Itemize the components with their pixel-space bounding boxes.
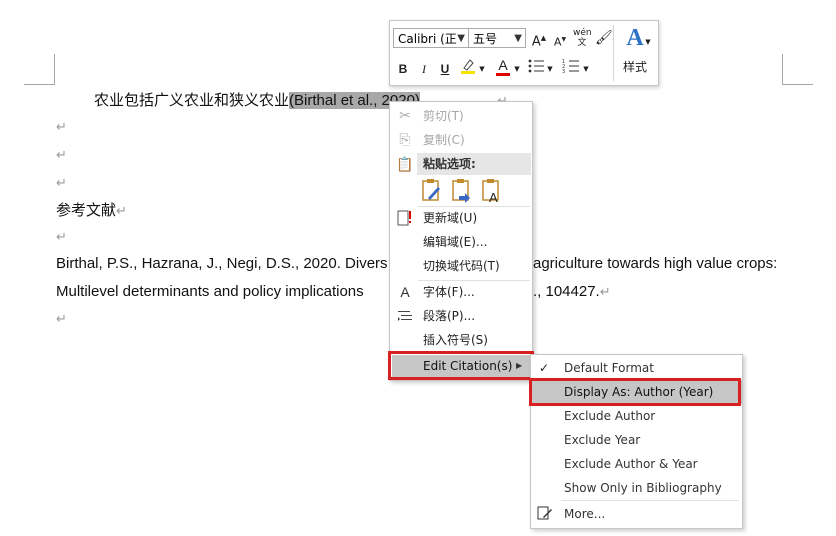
font-size-combo[interactable]: 五号 ▼ <box>468 28 526 48</box>
submenu-item-display-as-author-year[interactable]: Display As: Author (Year) <box>531 380 742 404</box>
paragraph-icon <box>396 307 414 325</box>
menu-item-paragraph[interactable]: 段落(P)... <box>390 304 532 328</box>
menu-item-edit-field[interactable]: 编辑域(E)... <box>390 230 532 254</box>
edit-citation-submenu: ✓ Default Format Display As: Author (Yea… <box>530 354 743 529</box>
paragraph-1[interactable]: 农业包括广义农业和狭义农业(Birthal et al., 2020) <box>94 90 420 111</box>
checkmark-icon: ✓ <box>539 361 550 375</box>
bold-button[interactable]: B <box>395 61 411 77</box>
chevron-down-icon[interactable]: ▼ <box>478 61 486 77</box>
svg-text:3: 3 <box>562 69 565 75</box>
svg-text:A: A <box>489 190 498 204</box>
page-corner-mark-right <box>782 54 813 85</box>
update-field-icon <box>396 209 414 227</box>
submenu-item-exclude-author[interactable]: Exclude Author <box>531 404 742 428</box>
reference-line-1-tail[interactable]: agriculture towards high value crops: <box>533 254 777 274</box>
font-icon: A <box>400 284 410 300</box>
font-name-combo[interactable]: Calibri (正 ▼ <box>393 28 469 48</box>
edit-pencil-icon <box>537 505 553 529</box>
shrink-font-icon[interactable]: A▼ <box>552 32 568 51</box>
copy-icon: ⎘ <box>399 132 411 148</box>
menu-item-toggle-field-codes[interactable]: 切换域代码(T) <box>390 254 532 278</box>
chevron-down-icon[interactable]: ▼ <box>644 34 652 50</box>
numbered-list-icon[interactable]: 123 <box>562 57 580 75</box>
word-document-page: 农业包括广义农业和狭义农业(Birthal et al., 2020) ↵ ↵ … <box>0 0 836 536</box>
paragraph-mark: ↵ <box>56 230 67 245</box>
menu-item-cut[interactable]: ✂ 剪切(T) <box>390 104 532 128</box>
chevron-down-icon[interactable]: ▼ <box>582 61 590 77</box>
grow-font-icon[interactable]: A▲ <box>531 30 547 50</box>
paragraph-mark: ↵ <box>56 148 67 163</box>
bullet-list-icon[interactable] <box>527 57 545 75</box>
submenu-arrow-icon: ▶ <box>516 361 523 370</box>
submenu-item-show-only-bibliography[interactable]: Show Only in Bibliography <box>531 476 742 500</box>
reference-line-2-tail[interactable]: ., 104427.↵ <box>533 282 611 302</box>
font-color-button[interactable]: A <box>494 57 512 77</box>
paste-text-only-icon[interactable]: A <box>480 178 504 205</box>
reference-line-1[interactable]: Birthal, P.S., Hazrana, J., Negi, D.S., … <box>56 254 388 274</box>
paragraph-1-text[interactable]: 农业包括广义农业和狭义农业 <box>94 91 289 109</box>
menu-separator <box>561 500 739 501</box>
paragraph-mark: ↵ <box>56 176 67 191</box>
clipboard-icon: 📋 <box>396 157 414 173</box>
chevron-down-icon[interactable]: ▼ <box>546 61 554 77</box>
highlight-color-icon[interactable] <box>459 57 477 75</box>
toolbar-divider <box>613 25 614 81</box>
format-painter-icon[interactable]: 🖌 <box>595 30 613 46</box>
submenu-item-exclude-author-year[interactable]: Exclude Author & Year <box>531 452 742 476</box>
paste-keep-formatting-icon[interactable] <box>420 178 444 204</box>
menu-item-update-field[interactable]: 更新域(U) <box>390 206 532 230</box>
phonetic-guide-icon[interactable]: wén 文 <box>573 28 592 48</box>
submenu-item-exclude-year[interactable]: Exclude Year <box>531 428 742 452</box>
chevron-down-icon[interactable]: ▼ <box>513 61 521 77</box>
paste-merge-formatting-icon[interactable] <box>450 178 474 204</box>
menu-item-copy[interactable]: ⎘ 复制(C) <box>390 128 532 152</box>
scissors-icon: ✂ <box>399 108 411 124</box>
references-heading[interactable]: 参考文献↵ <box>56 200 127 222</box>
paste-options-header: 粘贴选项: <box>417 153 531 175</box>
italic-button[interactable]: I <box>416 61 432 77</box>
reference-line-2[interactable]: Multilevel determinants and policy impli… <box>56 282 364 302</box>
menu-item-edit-citations[interactable]: Edit Citation(s) <box>423 355 512 377</box>
context-menu: ✂ 剪切(T) ⎘ 复制(C) 📋 粘贴选项: A 更新域(U) 编辑域(E).… <box>389 101 533 381</box>
mini-formatting-toolbar: Calibri (正 ▼ 五号 ▼ A▲ A▼ wén 文 🖌 B I U ▼ A… <box>389 20 659 86</box>
chevron-down-icon: ▼ <box>457 33 465 44</box>
styles-label[interactable]: 样式 <box>618 59 652 75</box>
paragraph-mark: ↵ <box>56 120 67 135</box>
submenu-item-default-format[interactable]: ✓ Default Format <box>531 356 742 380</box>
menu-item-insert-symbol[interactable]: 插入符号(S) <box>390 328 532 352</box>
menu-item-font[interactable]: A 字体(F)... <box>390 280 532 304</box>
submenu-item-more[interactable]: More... <box>531 502 742 526</box>
paragraph-mark: ↵ <box>56 312 67 327</box>
chevron-down-icon: ▼ <box>514 33 522 44</box>
page-corner-mark-left <box>24 54 55 85</box>
underline-button[interactable]: U <box>437 61 453 77</box>
